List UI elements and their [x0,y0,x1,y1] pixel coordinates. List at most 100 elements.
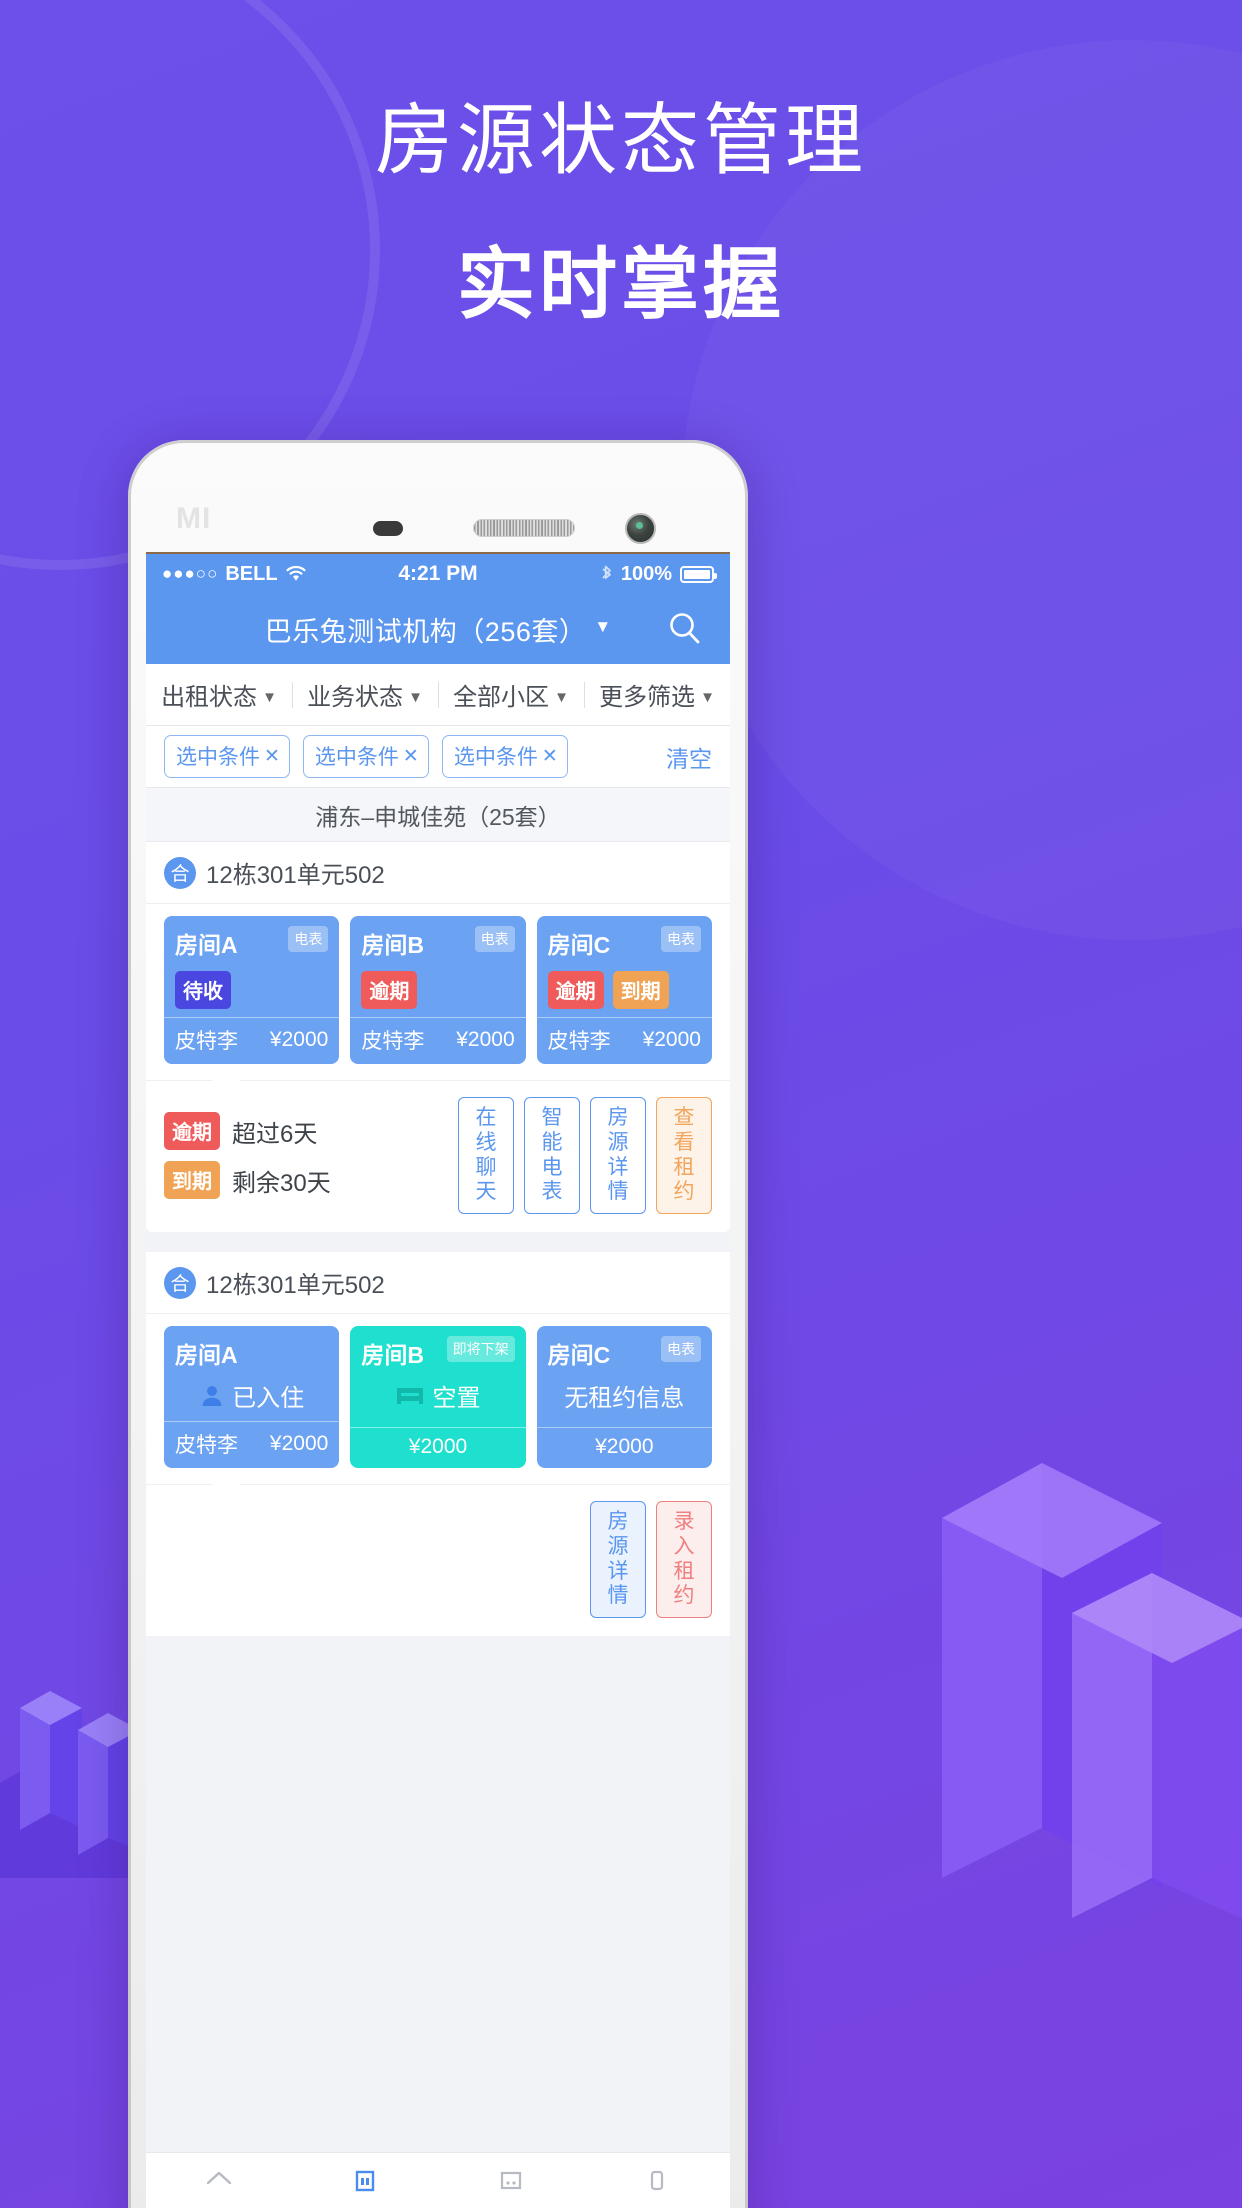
chevron-down-icon: ▼ [408,689,423,706]
tab-buildings[interactable] [292,2167,438,2193]
room-card-footer: 皮特李 ¥2000 [164,1421,340,1468]
chevron-down-icon: ▼ [262,689,277,706]
room-card-header: 房间C 电表 [548,926,701,960]
room-card-body: 房间B 电表 逾期 [350,916,525,1017]
status-badge: 逾期 [164,1112,220,1151]
rent-price-label: ¥2000 [642,1028,701,1051]
room-card-body: 房间A 电表 待收 [164,916,339,1017]
navbar-title[interactable]: 巴乐兔测试机构（256套） [265,610,587,649]
status-badge: 待收 [175,971,231,1009]
rent-price-label: ¥2000 [408,1435,468,1459]
room-card[interactable]: 房间B 即将下架 空置 ¥2000 [350,1326,526,1469]
detail-action-buttons: 在线 聊天 智能 电表 房源 详情 查看 租约 [458,1097,712,1215]
condition-chip[interactable]: 选中条件 ✕ [164,735,290,778]
tenant-name-label: 皮特李 [175,1434,238,1458]
home-icon [206,2171,232,2185]
room-state-label: 空置 [432,1385,481,1413]
button-label-bottom: 详情 [607,1155,629,1204]
button-label-top: 录入 [673,1510,695,1558]
unit-row[interactable]: 合 12栋301单元502 [146,842,730,904]
tab-profile[interactable] [584,2167,730,2193]
room-detail-panel: 逾期 超过6天 到期 剩余30天 在线 聊天 智能 电表 房源 详情 查看 租约 [146,1067,730,1233]
status-badge: 到期 [164,1161,220,1200]
detail-action-buttons: 房源 详情 录入 租约 [590,1501,712,1619]
create-lease-button[interactable]: 录入 租约 [656,1501,712,1619]
room-name-label: 房间A [175,932,238,958]
chevron-down-icon[interactable]: ▼ [594,617,611,637]
close-icon[interactable]: ✕ [264,745,280,768]
building-icon [355,2170,375,2192]
clear-conditions-button[interactable]: 清空 [666,740,712,774]
filter-business-status[interactable]: 业务状态 ▼ [292,677,438,712]
filter-more[interactable]: 更多筛选 ▼ [584,677,730,712]
shared-unit-badge: 合 [164,856,196,889]
close-icon[interactable]: ✕ [542,745,558,768]
battery-full-icon [680,565,717,583]
poster-subheadline: 实时掌握 [456,240,785,328]
room-card[interactable]: 房间B 电表 逾期 皮特李 ¥2000 [350,916,526,1064]
status-badge: 到期 [612,971,669,1009]
app-navbar: 巴乐兔测试机构（256套） ▼ [146,594,730,664]
meter-tag: 电表 [288,926,329,952]
room-card-footer: 皮特李 ¥2000 [350,1017,526,1064]
room-name-label: 房间B [361,1342,424,1369]
listing-detail-button[interactable]: 房源 详情 [590,1501,646,1619]
close-icon[interactable]: ✕ [403,745,419,768]
button-label-bottom: 详情 [607,1559,629,1608]
button-label-bottom: 聊天 [475,1155,497,1204]
meter-tag: 电表 [474,926,515,952]
front-camera-icon [625,513,656,544]
filter-label: 出租状态 [161,684,258,711]
tab-list[interactable] [438,2167,584,2193]
filter-label: 全部小区 [453,684,550,711]
detail-status-list: 逾期 超过6天 到期 剩余30天 [164,1112,331,1200]
filter-bar: 出租状态 ▼ 业务状态 ▼ 全部小区 ▼ 更多筛选 ▼ [146,664,730,726]
detail-status-line: 逾期 超过6天 [164,1112,331,1151]
chip-label: 选中条件 [453,746,538,769]
condition-chip[interactable]: 选中条件 ✕ [302,735,429,778]
room-card-header: 房间A [175,1336,328,1370]
unit-address-label: 12栋301单元502 [206,1272,385,1300]
proximity-sensor-icon [373,521,403,536]
room-card[interactable]: 房间A 电表 待收 皮特李 ¥2000 [164,916,340,1064]
smart-meter-button[interactable]: 智能 电表 [524,1097,580,1215]
room-card[interactable]: 房间C 电表 无租约信息 ¥2000 [536,1326,712,1469]
meter-tag: 电表 [660,1336,701,1363]
room-card-header: 房间B 电表 [361,926,515,960]
online-chat-button[interactable]: 在线 聊天 [458,1097,514,1215]
bottom-tab-bar [146,2152,730,2208]
filter-community[interactable]: 全部小区 ▼ [438,677,584,712]
tab-home[interactable] [146,2167,292,2193]
section-spacer [146,1242,730,1253]
chip-label: 选中条件 [176,746,260,769]
listing-detail-button[interactable]: 房源 详情 [590,1097,646,1215]
room-card-footer: ¥2000 [536,1427,712,1468]
room-state-display: 空置 [361,1378,514,1413]
view-lease-button[interactable]: 查看 租约 [656,1097,712,1215]
filter-label: 业务状态 [307,684,404,711]
status-bar-right: 100% [600,562,717,586]
room-state-display: 无租约信息 [548,1378,701,1413]
condition-chip[interactable]: 选中条件 ✕ [441,735,568,778]
search-icon[interactable] [666,610,704,648]
room-card[interactable]: 房间C 电表 逾期 到期 皮特李 ¥2000 [536,916,712,1064]
bed-icon [395,1384,425,1408]
button-label-bottom: 电表 [541,1155,563,1204]
battery-percent-label: 100% [620,562,672,585]
room-card-footer: 皮特李 ¥2000 [164,1017,340,1064]
poster-headline: 房源状态管理 [374,96,867,184]
community-group-title: 浦东–申城佳苑（25套） [146,788,730,842]
decorative-isometric-buildings-right [942,1463,1242,1919]
room-detail-panel: 房源 详情 录入 租约 [146,1472,730,1637]
room-card-header: 房间C 电表 [548,1336,701,1370]
room-cards-row: 房间A 电表 待收 皮特李 ¥2000 房间B 电表 逾期 皮特李 ¥2000 … [146,904,730,1080]
room-name-label: 房间B [361,932,424,958]
unit-row[interactable]: 合 12栋301单元502 [146,1252,730,1315]
room-card[interactable]: 房间A 已入住 皮特李 ¥2000 [164,1326,340,1469]
list-icon [500,2171,522,2190]
button-label-top: 智能 [541,1106,563,1154]
filter-rent-status[interactable]: 出租状态 ▼ [146,677,292,712]
room-name-label: 房间A [175,1342,238,1369]
button-label-top: 房源 [607,1106,629,1154]
status-badge: 逾期 [361,971,418,1009]
